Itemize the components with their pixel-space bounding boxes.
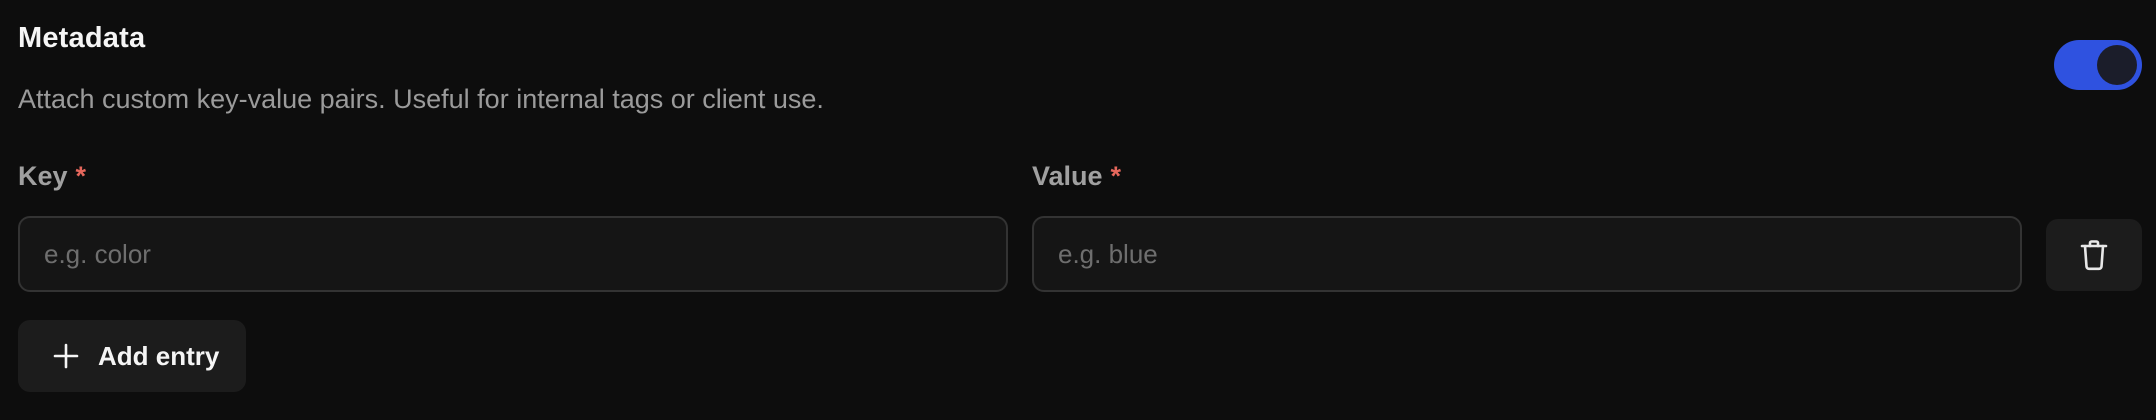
add-entry-label: Add entry — [98, 340, 220, 371]
key-label-text: Key — [18, 161, 68, 191]
delete-entry-button[interactable] — [2046, 219, 2142, 291]
toggle-knob — [2097, 45, 2137, 85]
value-label: Value * — [1032, 161, 1121, 192]
key-required-mark: * — [75, 161, 87, 191]
key-label: Key * — [18, 161, 86, 192]
value-required-mark: * — [1110, 161, 1122, 191]
metadata-toggle[interactable] — [2054, 40, 2142, 90]
add-entry-button[interactable]: Add entry — [18, 320, 246, 392]
plus-icon — [52, 342, 80, 370]
trash-icon — [2080, 240, 2108, 271]
value-input[interactable] — [1032, 216, 2022, 292]
section-description: Attach custom key-value pairs. Useful fo… — [18, 84, 824, 114]
section-title: Metadata — [18, 22, 146, 54]
key-input[interactable] — [18, 216, 1008, 292]
value-label-text: Value — [1032, 161, 1103, 191]
